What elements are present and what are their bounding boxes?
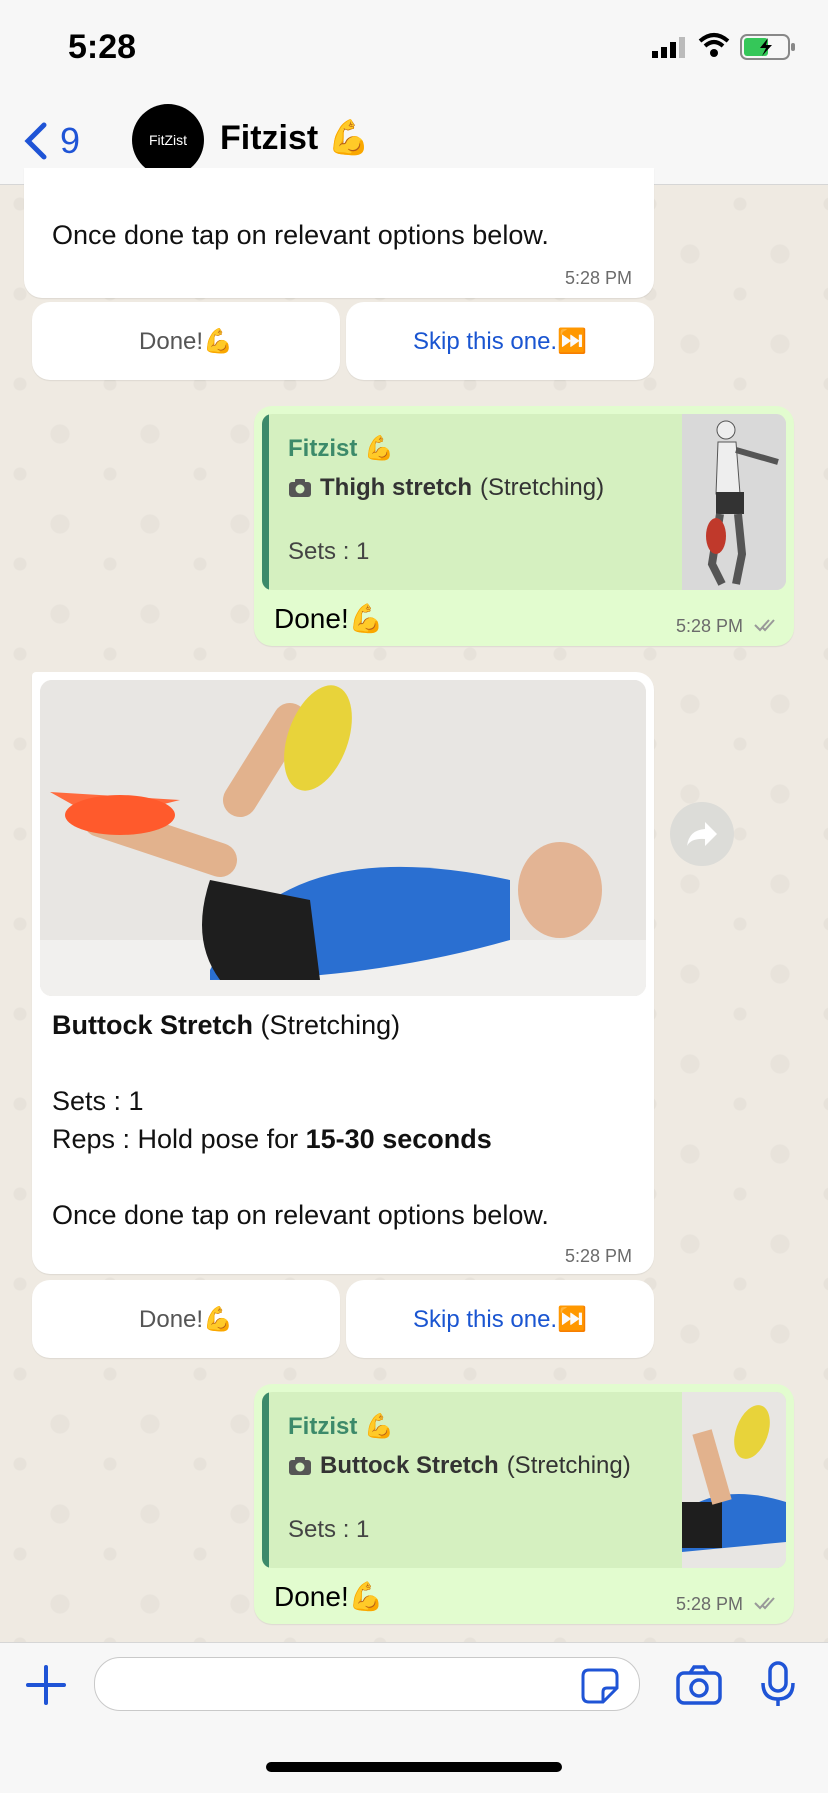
- quote-sets: Sets : 1: [288, 1516, 370, 1543]
- avatar[interactable]: FitZist: [132, 104, 204, 176]
- microphone-icon[interactable]: [760, 1661, 796, 1707]
- message-text: Done!💪: [274, 603, 384, 634]
- buttock-stretch-image[interactable]: [40, 680, 646, 996]
- message-time: 5:28 PM: [676, 616, 744, 636]
- skip-button[interactable]: Skip this one.⏭️: [346, 1280, 654, 1358]
- message-input[interactable]: [115, 1668, 559, 1698]
- figure-illustration: [682, 414, 786, 590]
- camera-icon: [289, 479, 311, 497]
- reps-duration: 15-30 seconds: [305, 1124, 492, 1154]
- quoted-message[interactable]: Fitzist 💪 Thigh stretch (Stretching) Set…: [262, 414, 786, 590]
- skip-button[interactable]: Skip this one.⏭️: [346, 302, 654, 380]
- quote-exercise-type: (Stretching): [506, 1452, 631, 1479]
- forward-arrow-icon: [687, 822, 717, 846]
- exercise-sets: Sets : 1: [52, 1086, 144, 1116]
- thigh-stretch-thumbnail: [682, 414, 786, 590]
- battery-icon: [740, 34, 795, 60]
- quote-title: Thigh stretch (Stretching): [288, 474, 604, 502]
- quote-sets: Sets : 1: [288, 538, 370, 565]
- unread-count: 9: [60, 120, 81, 161]
- forward-button[interactable]: [670, 802, 734, 866]
- done-button[interactable]: Done!💪: [32, 302, 340, 380]
- quote-sender: Fitzist 💪: [288, 1413, 394, 1440]
- message-time: 5:28 PM: [564, 268, 632, 288]
- instruction-text: Once done tap on relevant options below.: [52, 1200, 549, 1230]
- status-time: 5:28: [68, 28, 137, 66]
- signal-icon: [652, 37, 685, 58]
- message-incoming[interactable]: Once done tap on relevant options below.…: [24, 168, 654, 298]
- back-button[interactable]: 9: [24, 120, 80, 162]
- wifi-icon: [698, 33, 730, 57]
- quote-exercise-name: Thigh stretch: [320, 474, 473, 501]
- thumbnail-photo: [682, 1392, 786, 1568]
- exercise-title: Buttock Stretch (Stretching): [52, 1006, 400, 1044]
- exercise-type: (Stretching): [260, 1010, 401, 1040]
- message-input-wrapper: [94, 1657, 640, 1711]
- camera-icon: [289, 1457, 311, 1475]
- plus-icon[interactable]: [24, 1663, 68, 1707]
- sticker-icon[interactable]: [581, 1668, 619, 1704]
- exercise-reps: Reps : Hold pose for 15-30 seconds: [52, 1120, 492, 1158]
- quote-bar: [262, 414, 269, 590]
- message-outgoing[interactable]: Fitzist 💪 Buttock Stretch (Stretching) S…: [254, 1384, 794, 1624]
- done-button[interactable]: Done!💪: [32, 1280, 340, 1358]
- avatar-logo: FitZist: [148, 132, 188, 148]
- quote-exercise-type: (Stretching): [480, 474, 605, 501]
- read-receipt-icon: [754, 1597, 775, 1610]
- quoted-message[interactable]: Fitzist 💪 Buttock Stretch (Stretching) S…: [262, 1392, 786, 1568]
- home-indicator[interactable]: [266, 1762, 562, 1772]
- exercise-name: Buttock Stretch: [52, 1010, 254, 1040]
- chevron-left-icon: [24, 122, 47, 160]
- quote-bar: [262, 1392, 269, 1568]
- message-time: 5:28 PM: [676, 1594, 744, 1614]
- message-incoming[interactable]: Buttock Stretch (Stretching) Sets : 1 Re…: [32, 672, 654, 1274]
- status-bar: 5:28: [0, 0, 828, 92]
- message-time: 5:28 PM: [564, 1246, 632, 1266]
- buttock-stretch-thumbnail: [682, 1392, 786, 1568]
- quote-exercise-name: Buttock Stretch: [320, 1452, 499, 1479]
- message-outgoing[interactable]: Fitzist 💪 Thigh stretch (Stretching) Set…: [254, 406, 794, 646]
- message-text: Done!💪: [274, 1581, 384, 1612]
- chat-title[interactable]: Fitzist 💪: [220, 118, 370, 158]
- exercise-photo: [40, 680, 646, 996]
- quote-title: Buttock Stretch (Stretching): [288, 1452, 631, 1480]
- reps-prefix: Reps : Hold pose for: [52, 1124, 306, 1154]
- read-receipt-icon: [754, 619, 775, 632]
- camera-button-icon[interactable]: [676, 1665, 722, 1705]
- quote-sender: Fitzist 💪: [288, 435, 394, 462]
- message-text: Once done tap on relevant options below.: [52, 220, 549, 250]
